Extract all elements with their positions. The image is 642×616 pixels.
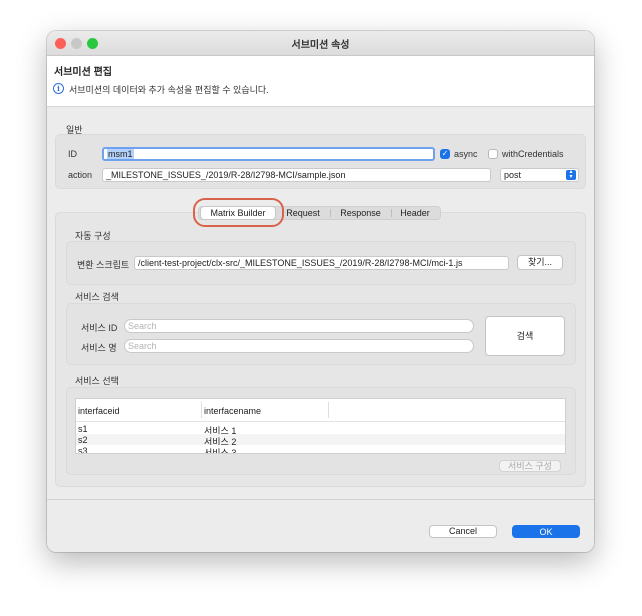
column-divider [328,402,329,418]
window-title: 서브미션 속성 [291,40,350,51]
general-group: ID msm1 ✓ async withCredentials action _… [55,134,586,189]
column-header-interfaceid[interactable]: interfaceid [78,406,120,416]
async-checkbox[interactable]: ✓ [440,149,450,159]
select-arrows-icon: ▴ ▾ [566,169,576,180]
service-id-input[interactable]: Search [124,319,474,333]
id-label: ID [68,149,77,159]
service-search-group: 서비스 ID Search 서비스 명 Search 검색 [66,303,576,365]
info-icon: i [53,83,64,94]
id-input[interactable]: msm1 [102,147,435,161]
method-select-value: post [504,170,522,180]
table-row[interactable]: s3 서비스 3 [76,445,565,454]
cancel-button[interactable]: Cancel [429,525,497,538]
dialog-header: 서브미션 편집 i 서브미션의 데이터와 추가 속성을 편집할 수 있습니다. [47,56,594,107]
table-row[interactable]: s2 서비스 2 [76,434,565,447]
action-input[interactable]: _MILESTONE_ISSUES_/2019/R-28/I2798-MCI/s… [102,168,491,182]
row-interfaceid: s2 [78,435,88,445]
service-id-label: 서비스 ID [81,323,118,333]
configure-service-button[interactable]: 서비스 구성 [499,460,561,472]
script-label: 변환 스크립트 [77,260,130,270]
auto-config-group: 변환 스크립트 /client-test-project/clx-src/_MI… [66,241,576,285]
action-label: action [68,170,93,180]
async-label: async [454,149,478,159]
row-interfacename: 서비스 3 [204,448,237,454]
service-select-group: interfaceid interfacename s1 서비스 1 s2 서비… [66,387,576,475]
dialog-window: 서브미션 속성 서브미션 편집 i 서브미션의 데이터와 추가 속성을 편집할 … [47,31,594,552]
title-bar: 서브미션 속성 [47,31,594,56]
footer-divider [47,499,594,500]
header-title: 서브미션 편집 [54,67,112,78]
tab-request[interactable]: Request [277,207,329,219]
service-table: interfaceid interfacename s1 서비스 1 s2 서비… [75,398,566,454]
highlight-ring [193,198,284,227]
browse-button[interactable]: 찾기... [517,255,563,270]
row-interfaceid: s1 [78,424,88,434]
with-credentials-label: withCredentials [502,149,564,159]
table-header: interfaceid interfacename [76,399,565,422]
column-header-interfacename[interactable]: interfacename [204,406,261,416]
table-row[interactable]: s1 서비스 1 [76,423,565,436]
with-credentials-checkbox[interactable] [488,149,498,159]
tab-header[interactable]: Header [392,207,438,219]
service-select-section-label: 서비스 선택 [75,376,119,386]
column-divider [201,402,202,418]
ok-button[interactable]: OK [512,525,580,538]
search-button[interactable]: 검색 [485,316,565,356]
tab-response[interactable]: Response [331,207,390,219]
row-interfaceid: s3 [78,446,88,454]
service-name-label: 서비스 명 [81,343,117,353]
script-input[interactable]: /client-test-project/clx-src/_MILESTONE_… [134,256,509,270]
method-select[interactable]: post ▴ ▾ [500,168,579,182]
header-description: 서브미션의 데이터와 추가 속성을 편집할 수 있습니다. [69,85,269,95]
id-input-value: msm1 [107,149,134,159]
service-name-input[interactable]: Search [124,339,474,353]
service-search-section-label: 서비스 검색 [75,292,119,302]
